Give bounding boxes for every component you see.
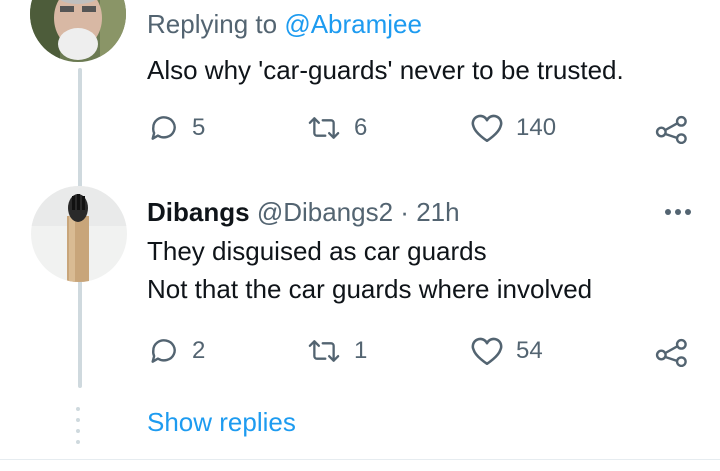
like-icon: [470, 112, 504, 144]
more-icon: [660, 209, 696, 230]
replying-to: Replying to @Abramjee: [147, 6, 422, 42]
author-handle[interactable]: @Dibangs2: [257, 197, 393, 227]
tweet-text-line-2: Not that the car guards where involved: [147, 274, 593, 304]
share-icon: [654, 335, 690, 367]
retweet-icon: [306, 112, 342, 144]
tweet-timestamp[interactable]: 21h: [416, 197, 459, 227]
tweet-header: Dibangs @Dibangs2 · 21h: [147, 194, 460, 230]
reply-count: 5: [192, 114, 206, 141]
author-name[interactable]: Dibangs: [147, 197, 250, 227]
like-button[interactable]: 54: [470, 333, 543, 369]
retweet-icon: [306, 335, 342, 367]
replying-to-handle-link[interactable]: @Abramjee: [284, 9, 422, 39]
retweet-button[interactable]: 6: [306, 110, 367, 146]
avatar-abramjee-reply-author[interactable]: [30, 0, 126, 62]
header-separator: ·: [400, 197, 409, 227]
reply-icon: [148, 112, 180, 144]
retweet-count: 6: [354, 114, 368, 141]
reply-icon: [148, 335, 180, 367]
like-count: 54: [516, 337, 543, 364]
share-button[interactable]: [654, 110, 690, 146]
reply-button[interactable]: 5: [148, 110, 205, 146]
retweet-button[interactable]: 1: [306, 333, 367, 369]
like-icon: [470, 335, 504, 367]
tweet-text-line-1: They disguised as car guards: [147, 236, 487, 266]
thread-continuation-dots: [76, 407, 80, 445]
retweet-count: 1: [354, 337, 368, 364]
divider: [0, 459, 720, 460]
tweet-text: Also why 'car-guards' never to be truste…: [147, 55, 624, 85]
like-button[interactable]: 140: [470, 110, 556, 146]
avatar-dibangs[interactable]: [31, 186, 127, 282]
show-replies-link[interactable]: Show replies: [147, 404, 296, 440]
more-options-button[interactable]: [660, 198, 696, 226]
reply-count: 2: [192, 337, 206, 364]
share-button[interactable]: [654, 333, 690, 369]
reply-button[interactable]: 2: [148, 333, 205, 369]
replying-to-prefix: Replying to: [147, 9, 285, 39]
share-icon: [654, 112, 690, 144]
like-count: 140: [516, 114, 557, 141]
